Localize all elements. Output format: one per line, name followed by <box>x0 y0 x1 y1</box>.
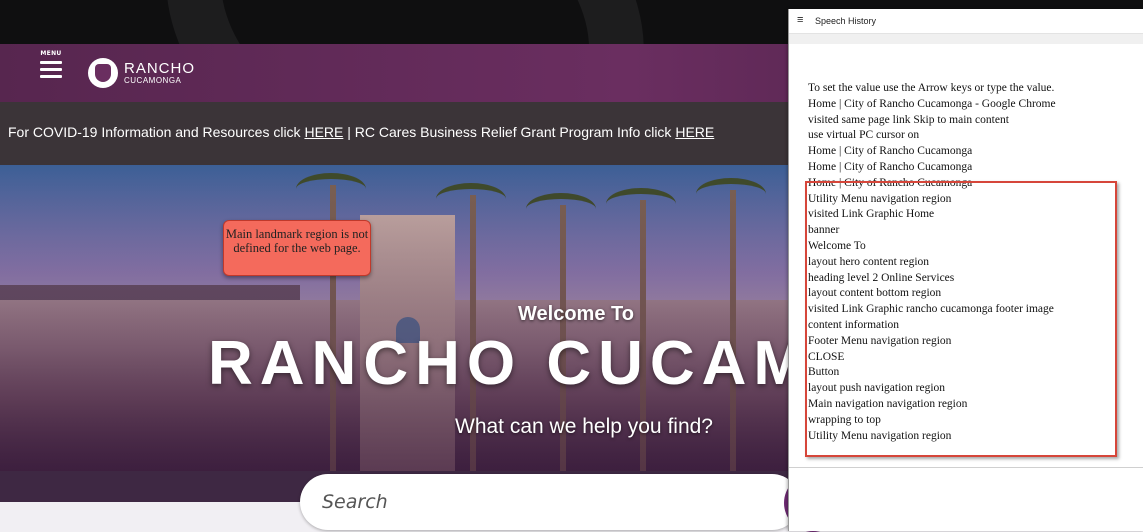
speech-history-title: Speech History <box>815 16 877 26</box>
covid-text-2: | RC Cares Business Relief Grant Program… <box>343 124 676 140</box>
logo-line-1: RANCHO <box>124 60 196 77</box>
hamburger-icon-bar <box>40 68 62 71</box>
panel-divider <box>789 467 1143 468</box>
search-input[interactable] <box>300 474 800 530</box>
hero-help-text: What can we help you find? <box>455 415 713 438</box>
hero-city-name: RANCHO CUCAMO <box>208 329 868 398</box>
covid-here-link[interactable]: HERE <box>304 124 343 140</box>
speech-line: Home | City of Rancho Cucamonga <box>808 160 973 173</box>
hero-welcome: Welcome To <box>518 303 634 325</box>
speech-line: visited same page link Skip to main cont… <box>808 113 1009 126</box>
covid-text-1: For COVID-19 Information and Resources c… <box>8 124 305 140</box>
logo-text: RANCHO CUCAMONGA <box>124 61 195 85</box>
speech-history-titlebar[interactable]: ≡ Speech History <box>789 9 1143 34</box>
highlight-box <box>805 181 1117 457</box>
hamburger-icon <box>40 61 62 64</box>
speech-line: Home | City of Rancho Cucamonga <box>808 145 973 158</box>
covid-info-text: For COVID-19 Information and Resources c… <box>8 124 714 140</box>
hamburger-icon-bar <box>40 75 62 78</box>
logo-line-2: CUCAMONGA <box>124 76 182 85</box>
menu-label: MENU <box>40 50 62 57</box>
speech-line: use virtual PC cursor on <box>808 129 920 142</box>
speech-line: To set the value use the Arrow keys or t… <box>808 82 1055 94</box>
speech-history-window: ≡ Speech History To set the value use th… <box>788 9 1143 531</box>
landmark-warning-callout: Main landmark region is not defined for … <box>223 220 371 276</box>
speech-line: Home | City of Rancho Cucamonga - Google… <box>808 97 1056 110</box>
site-logo-link[interactable]: RANCHO CUCAMONGA <box>88 56 195 90</box>
menu-lines-icon[interactable]: ≡ <box>797 14 803 26</box>
speech-history-toolbar <box>789 34 1143 44</box>
city-seal-icon <box>88 58 118 88</box>
rc-cares-here-link[interactable]: HERE <box>675 124 714 140</box>
menu-button[interactable]: MENU <box>38 50 64 94</box>
